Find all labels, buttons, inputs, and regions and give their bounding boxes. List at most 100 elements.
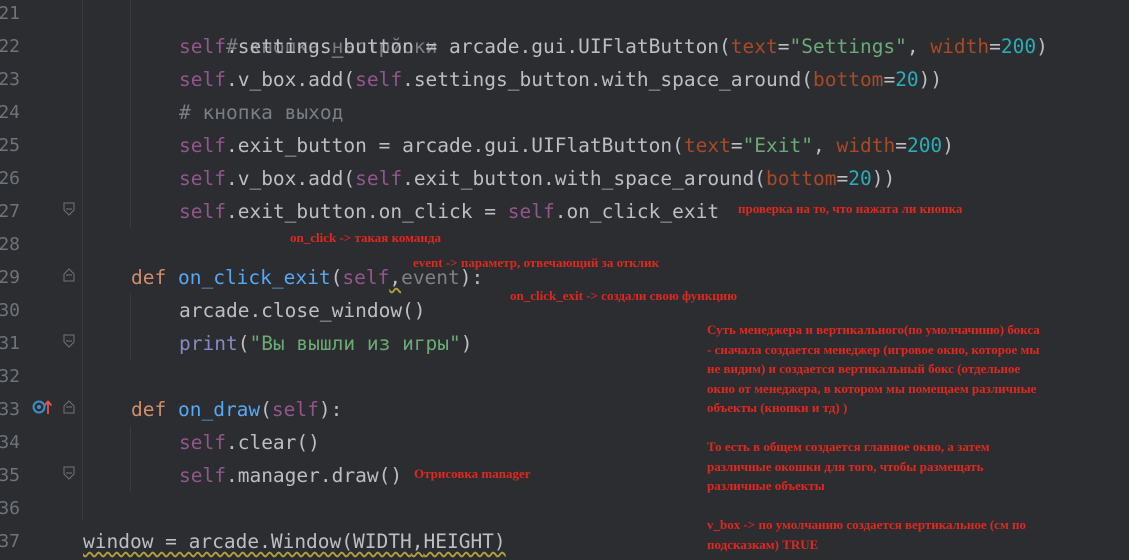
code-text: .exit_button.on_click = [225, 200, 508, 223]
code-text: ) [460, 332, 473, 355]
code-text: )) [871, 167, 896, 190]
builtin-token: print [179, 332, 238, 355]
fold-marker-icon[interactable] [63, 466, 75, 480]
function-name: on_click_exit [177, 266, 331, 289]
code-line-35[interactable]: self.manager.draw() [179, 459, 402, 492]
self-token: self [271, 398, 319, 421]
line-number: 26 [0, 168, 20, 189]
keyword-token: def [131, 398, 167, 421]
fold-marker-icon[interactable] [63, 202, 75, 216]
code-line-22[interactable]: self.settings_button = arcade.gui.UIFlat… [179, 30, 1048, 63]
override-method-icon[interactable] [32, 398, 54, 420]
code-text: = [989, 35, 1001, 58]
code-text: = [730, 134, 743, 157]
line-number: 35 [0, 465, 20, 486]
kwarg-token: text [730, 35, 778, 58]
string-token: "Settings" [789, 35, 907, 58]
kwarg-token: width [930, 35, 990, 58]
annotation-on-click-check: проверка на то, что нажата ли кнопка [738, 201, 963, 216]
keyword-token: def [131, 266, 167, 289]
annotation-on-click-exit: on_click_exit -> создали свою функцию [510, 288, 738, 303]
code-text: , [389, 266, 402, 289]
kwarg-token: text [683, 134, 731, 157]
code-line-24[interactable]: # кнопка выход [179, 96, 343, 129]
code-text: .v_box.add( [225, 68, 356, 91]
code-text: .manager.draw() [225, 464, 403, 487]
number-token: 20 [895, 68, 919, 91]
code-text: )) [918, 68, 943, 91]
code-text: .exit_button.with_space_around( [402, 167, 767, 190]
kwarg-token: bottom [766, 167, 837, 190]
line-number: 37 [0, 531, 20, 552]
line-number: 30 [0, 300, 20, 321]
indent-guide [130, 294, 131, 360]
code-line-31[interactable]: print("Вы вышли из игры") [179, 327, 473, 360]
code-text: HEIGHT) [423, 530, 506, 553]
code-text: .on_click_exit [554, 200, 720, 223]
code-text: = [836, 167, 849, 190]
line-number: 23 [0, 69, 20, 90]
self-token: self [355, 167, 403, 190]
code-line-26[interactable]: self.v_box.add(self.exit_button.with_spa… [179, 162, 895, 195]
self-token: self [179, 167, 226, 190]
code-text: arcade.close_window() [179, 299, 426, 322]
fold-marker-icon[interactable] [63, 334, 75, 348]
code-text: , [411, 530, 424, 553]
annotation-on-click: on_click -> такая команда [290, 230, 441, 245]
function-name: on_draw [177, 398, 261, 421]
code-text: .v_box.add( [225, 167, 356, 190]
number-token: 200 [906, 134, 943, 157]
self-token: self [179, 200, 226, 223]
self-token: self [507, 200, 555, 223]
line-number: 24 [0, 102, 20, 123]
line-number: 22 [0, 36, 20, 57]
code-text: = [895, 134, 907, 157]
annotation-manager-vbox-explanation: Суть менеджера и вертикального(по умолча… [707, 322, 1040, 552]
annotation-draw-manager: Отрисовка manager [414, 466, 531, 481]
code-text: window = arcade.Window(WIDTH [83, 530, 412, 553]
indent-guide [82, 0, 83, 520]
self-token: self [179, 35, 226, 58]
kwarg-token: bottom [812, 68, 884, 91]
line-number: 34 [0, 432, 20, 453]
string-token: "Exit" [742, 134, 814, 157]
self-token: self [179, 68, 226, 91]
code-line-27[interactable]: self.exit_button.on_click = self.on_clic… [179, 195, 719, 228]
self-token: self [355, 68, 403, 91]
indent-guide [130, 0, 131, 228]
line-number: 29 [0, 267, 20, 288]
number-token: 20 [848, 167, 872, 190]
code-text: ( [330, 266, 343, 289]
code-line-25[interactable]: self.exit_button = arcade.gui.UIFlatButt… [179, 129, 954, 162]
self-token: self [342, 266, 390, 289]
code-text: ( [237, 332, 250, 355]
code-line-37[interactable]: window = arcade.Window(WIDTH,HEIGHT) [83, 525, 506, 558]
self-token: self [179, 464, 226, 487]
code-text: ( [260, 398, 272, 421]
self-token: self [179, 134, 226, 157]
code-line-34[interactable]: self.clear() [179, 426, 320, 459]
string-token: "Вы вышли из игры" [249, 332, 461, 355]
line-number: 21 [0, 3, 20, 24]
self-token: self [179, 431, 226, 454]
kwarg-token: width [836, 134, 896, 157]
annotation-event: event -> параметр, отвечающий за отклик [413, 255, 660, 270]
fold-marker-icon[interactable] [63, 268, 75, 282]
fold-marker-icon[interactable] [63, 400, 75, 414]
code-text: ) [1036, 35, 1048, 58]
code-text: .exit_button = arcade.gui.UIFlatButton( [225, 134, 684, 157]
code-text: ): [318, 398, 343, 421]
code-line-33[interactable]: def on_draw(self): [131, 393, 342, 426]
line-number: 25 [0, 135, 20, 156]
code-text: = [777, 35, 790, 58]
number-token: 200 [1000, 35, 1037, 58]
line-number: 28 [0, 234, 20, 255]
line-number: 31 [0, 333, 20, 354]
code-text: ) [942, 134, 954, 157]
code-line-23[interactable]: self.v_box.add(self.settings_button.with… [179, 63, 942, 96]
line-number: 27 [0, 201, 20, 222]
indent-guide [130, 426, 131, 492]
line-number: 33 [0, 399, 20, 420]
code-line-30[interactable]: arcade.close_window() [179, 294, 426, 327]
code-text: .clear() [225, 431, 320, 454]
